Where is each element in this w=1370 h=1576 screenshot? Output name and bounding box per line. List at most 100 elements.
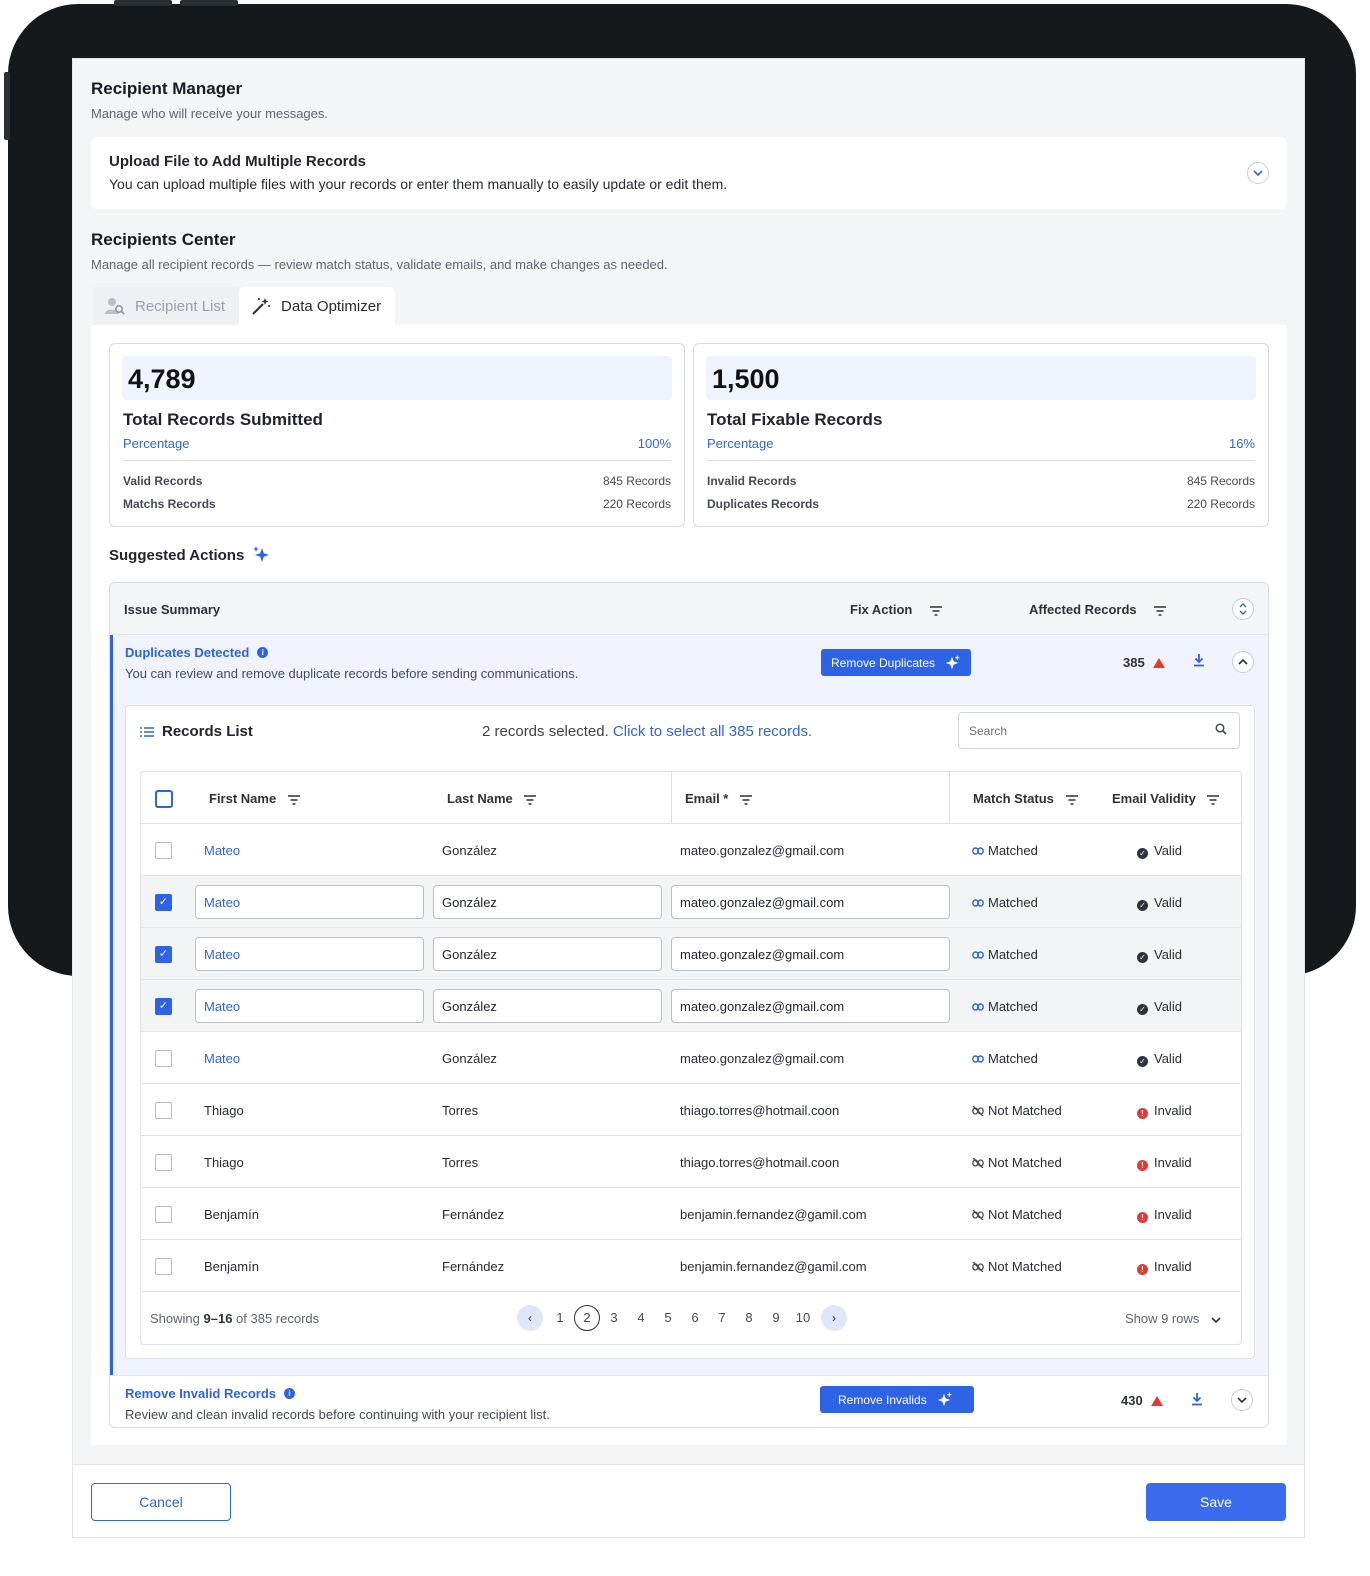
tab-label: Recipient List [135,297,226,315]
remove-invalids-button[interactable]: Remove Invalids [820,1386,974,1413]
col-last-name[interactable]: Last Name [447,791,537,806]
last-name-input[interactable]: González [433,937,662,971]
next-page-icon[interactable]: › [821,1305,847,1331]
stat-card-submitted: 4,789 Total Records Submitted Percentage… [109,343,685,527]
recipient-manager-panel: Recipient Manager Manage who will receiv… [72,58,1305,1538]
first-name-cell: Thiago [204,1155,244,1170]
issues-table: Issue Summary Fix Action Affected Record… [109,582,1269,1428]
row-checkbox[interactable] [155,1050,172,1067]
table-row[interactable]: Mateo González mateo.gonzalez@gmail.com Mat… [141,1032,1241,1084]
match-status-text: Not Matched [988,1103,1062,1118]
col-affected-records[interactable]: Affected Records [1029,602,1167,617]
filter-icon[interactable] [739,794,752,805]
filter-icon[interactable] [287,794,300,805]
filter-icon[interactable] [1207,794,1220,805]
email-cell: benjamin.fernandez@gamil.com [680,1207,867,1222]
tab-data-optimizer[interactable]: Data Optimizer [239,287,396,325]
section-subtitle: Manage all recipient records — review ma… [91,257,668,272]
stat-row-value: 845 Records [1186,474,1255,488]
cancel-button[interactable]: Cancel [91,1483,231,1521]
col-first-name[interactable]: First Name [209,791,300,806]
select-all-checkbox[interactable] [155,790,173,808]
table-row[interactable]: ✓ Mateo González mateo.gonzalez@gmail.com Ma… [141,928,1241,980]
row-checkbox[interactable] [155,1258,172,1275]
tab-recipient-list[interactable]: Recipient List [93,287,240,325]
col-email[interactable]: Email * [685,791,752,806]
col-match-status[interactable]: Match Status [973,791,1078,806]
row-checkbox[interactable]: ✓ [155,946,172,963]
filter-icon[interactable] [524,794,537,805]
download-icon[interactable] [1193,653,1205,670]
row-checkbox[interactable] [155,842,172,859]
page-button[interactable]: 10 [790,1305,816,1331]
page-button[interactable]: 9 [763,1305,789,1331]
stat-row-label: Valid Records [123,474,203,488]
table-row[interactable]: Thiago Torres thiago.torres@hotmail.coon No… [141,1084,1241,1136]
link-icon [972,899,984,907]
chevron-down-icon[interactable] [1247,162,1269,184]
match-status-cell: Matched [972,843,1038,858]
save-button[interactable]: Save [1146,1483,1286,1521]
page-button[interactable]: 6 [682,1305,708,1331]
page-button[interactable]: 5 [655,1305,681,1331]
filter-icon[interactable] [1154,605,1167,616]
email-validity-text: Valid [1154,947,1182,962]
email-validity-cell: ✓ Valid [1137,947,1182,963]
email-input[interactable]: mateo.gonzalez@gmail.com [671,937,950,971]
page-button[interactable]: 3 [601,1305,627,1331]
table-row[interactable]: ✓ Mateo González mateo.gonzalez@gmail.com Ma… [141,876,1241,928]
download-icon[interactable] [1191,1392,1203,1409]
email-cell: benjamin.fernandez@gamil.com [680,1259,867,1274]
info-icon[interactable]: i [284,1388,295,1399]
collapse-all-icon[interactable] [1232,598,1254,620]
stat-pct-label: Percentage [707,436,774,451]
row-checkbox[interactable]: ✓ [155,894,172,911]
last-name-input[interactable]: González [433,885,662,919]
table-row[interactable]: Benjamín Fernández benjamin.fernandez@gami… [141,1240,1241,1292]
stat-row-value: 845 Records [602,474,671,488]
error-circle-icon: ! [1137,1160,1148,1171]
rows-per-page-select[interactable]: Show 9 rows [1125,1311,1221,1326]
first-name-cell[interactable]: Mateo [204,843,240,858]
first-name-input[interactable]: Mateo [195,937,424,971]
chevron-down-icon[interactable] [1231,1389,1253,1411]
column-divider [671,772,672,824]
first-name-input[interactable]: Mateo [195,989,424,1023]
table-row[interactable]: ✓ Mateo González mateo.gonzalez@gmail.com Ma… [141,980,1241,1032]
first-name-input[interactable]: Mateo [195,885,424,919]
col-label: Email Validity [1112,791,1196,806]
email-cell: thiago.torres@hotmail.coon [680,1155,840,1170]
page-button[interactable]: 4 [628,1305,654,1331]
upload-file-card[interactable]: Upload File to Add Multiple Records You … [91,137,1287,209]
email-input[interactable]: mateo.gonzalez@gmail.com [671,885,950,919]
first-name-cell[interactable]: Mateo [204,1051,240,1066]
table-row[interactable]: Mateo González mateo.gonzalez@gmail.com Mat… [141,824,1241,876]
col-email-validity[interactable]: Email Validity [1112,791,1220,806]
col-fix-action[interactable]: Fix Action [850,602,942,617]
chevron-up-icon[interactable] [1232,651,1254,673]
email-cell: mateo.gonzalez@gmail.com [680,843,845,858]
email-input[interactable]: mateo.gonzalez@gmail.com [671,989,950,1023]
page-button[interactable]: 7 [709,1305,735,1331]
page-button[interactable]: 1 [547,1305,573,1331]
page-button[interactable]: 8 [736,1305,762,1331]
remove-duplicates-button[interactable]: Remove Duplicates [821,649,972,676]
row-checkbox[interactable] [155,1102,172,1119]
prev-page-icon[interactable]: ‹ [517,1305,543,1331]
row-checkbox[interactable] [155,1154,172,1171]
row-checkbox[interactable]: ✓ [155,998,172,1015]
match-status-text: Not Matched [988,1259,1062,1274]
table-row[interactable]: Thiago Torres thiago.torres@hotmail.coon No… [141,1136,1241,1188]
search-input[interactable]: Search [958,712,1240,749]
page-button[interactable]: 2 [574,1305,600,1331]
filter-icon[interactable] [1065,794,1078,805]
count-value: 430 [1121,1393,1143,1408]
table-row[interactable]: Benjamín Fernández benjamin.fernandez@gami… [141,1188,1241,1240]
last-name-input[interactable]: González [433,989,662,1023]
select-all-link[interactable]: Click to select all 385 records. [613,723,812,740]
info-icon[interactable]: i [257,647,269,658]
filter-icon[interactable] [929,605,942,616]
selected-count-text: 2 records selected. [482,723,609,740]
row-checkbox[interactable] [155,1206,172,1223]
upload-subtitle: You can upload multiple files with your … [109,176,728,192]
